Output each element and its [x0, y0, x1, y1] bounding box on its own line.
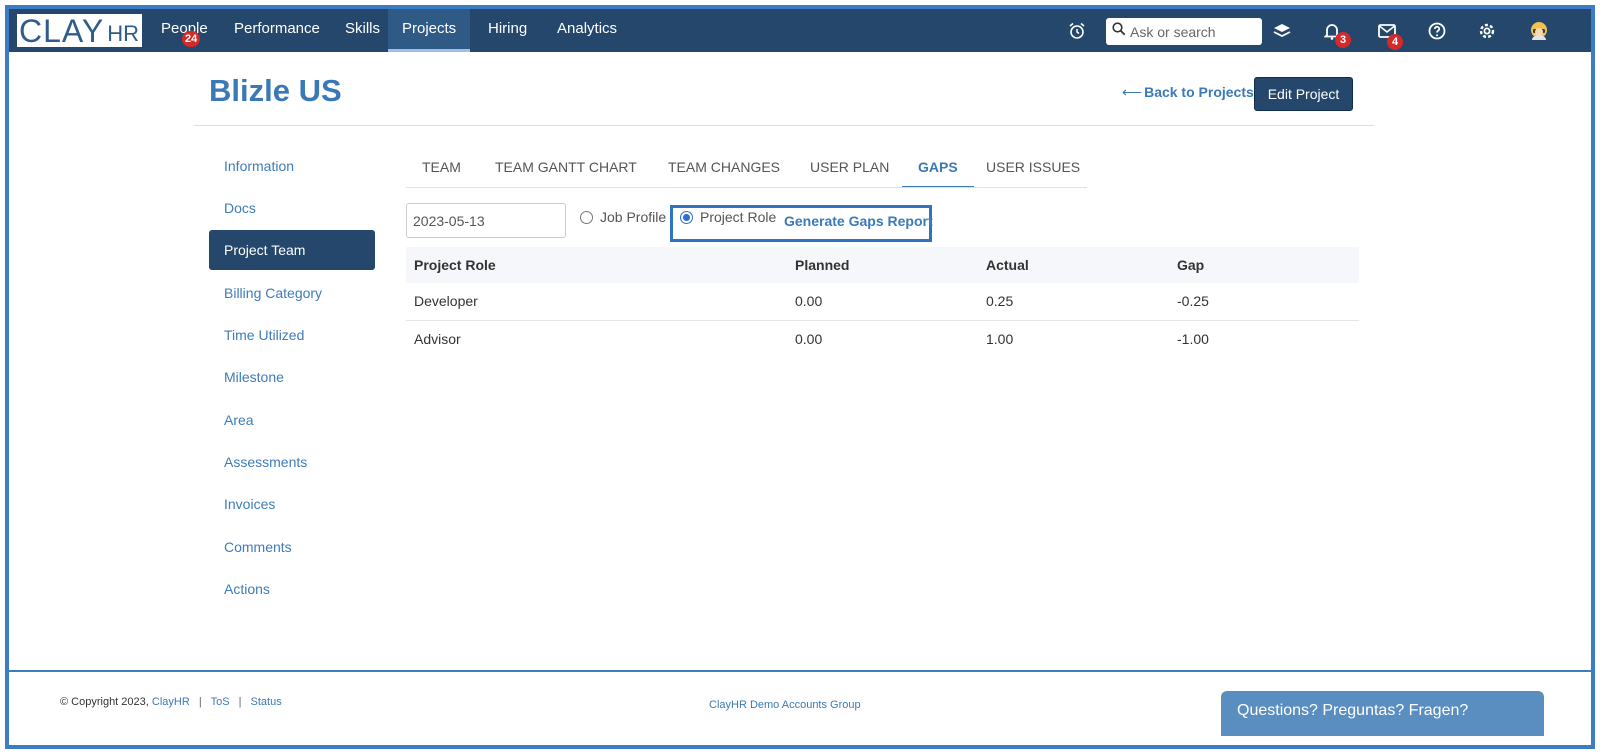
- tab-gaps[interactable]: GAPS: [902, 152, 974, 188]
- sidebar-item-time-utilized[interactable]: Time Utilized: [209, 315, 375, 355]
- column-header-actual: Actual: [978, 247, 1169, 283]
- job-profile-radio[interactable]: [580, 210, 593, 224]
- alarm-clock-icon[interactable]: [1065, 19, 1089, 43]
- logo-text-sub: HR: [107, 20, 139, 46]
- clayhr-link[interactable]: ClayHR: [152, 696, 190, 708]
- footer-divider: [9, 670, 1591, 672]
- app-frame: CLAY HR People 24 Performance Skills Pro…: [5, 5, 1595, 749]
- generate-gaps-report-link[interactable]: Generate Gaps Report: [784, 213, 933, 229]
- nav-projects-label: Projects: [402, 20, 457, 37]
- table-row: Advisor 0.00 1.00 -1.00: [406, 320, 1359, 357]
- tos-link[interactable]: ToS: [211, 696, 230, 708]
- project-role-radio[interactable]: [680, 210, 693, 224]
- sidebar-item-milestone[interactable]: Milestone: [209, 357, 375, 397]
- logo-text-main: CLAY: [19, 12, 105, 49]
- nav-hiring[interactable]: Hiring: [474, 9, 541, 52]
- sidebar-item-information[interactable]: Information: [209, 146, 375, 186]
- search-icon: [1112, 22, 1126, 41]
- cell-project-role: Developer: [406, 283, 787, 321]
- copyright-text: © Copyright 2023,: [60, 696, 149, 708]
- tab-user-issues[interactable]: USER ISSUES: [970, 152, 1096, 188]
- cell-planned: 0.00: [787, 283, 978, 321]
- header-divider: [194, 125, 1374, 126]
- sidebar-item-invoices[interactable]: Invoices: [209, 484, 375, 524]
- nav-hiring-label: Hiring: [488, 20, 528, 37]
- user-avatar-icon[interactable]: [1527, 19, 1551, 43]
- table-row: Developer 0.00 0.25 -0.25: [406, 283, 1359, 321]
- sidebar-item-assessments[interactable]: Assessments: [209, 442, 375, 482]
- nav-people[interactable]: People 24: [147, 9, 222, 52]
- tab-team[interactable]: TEAM: [406, 152, 477, 188]
- column-header-planned: Planned: [787, 247, 978, 283]
- sidebar-item-docs[interactable]: Docs: [209, 188, 375, 228]
- edit-project-button[interactable]: Edit Project: [1254, 77, 1353, 111]
- search-input[interactable]: [1130, 23, 1255, 40]
- gaps-table: Project Role Planned Actual Gap Develope…: [406, 247, 1359, 357]
- gaps-date-input[interactable]: [406, 203, 566, 238]
- cell-actual: 1.00: [986, 330, 1014, 347]
- project-role-option[interactable]: Project Role: [680, 209, 776, 225]
- tab-team-changes[interactable]: TEAM CHANGES: [652, 152, 796, 188]
- people-badge: 24: [182, 31, 201, 47]
- status-link[interactable]: Status: [251, 696, 282, 708]
- table-header-row: Project Role Planned Actual Gap: [406, 247, 1359, 283]
- clayhr-logo[interactable]: CLAY HR: [17, 14, 142, 47]
- tab-team-gantt-chart[interactable]: TEAM GANTT CHART: [479, 152, 653, 188]
- nav-skills-label: Skills: [345, 20, 381, 37]
- gear-icon[interactable]: [1475, 19, 1499, 43]
- page-title: Blizle US: [209, 73, 342, 108]
- job-profile-label: Job Profile: [600, 209, 667, 225]
- search-box[interactable]: [1106, 18, 1262, 45]
- help-icon[interactable]: [1425, 19, 1449, 43]
- sidebar-item-area[interactable]: Area: [209, 400, 375, 440]
- project-role-label: Project Role: [700, 209, 777, 225]
- column-header-project-role: Project Role: [406, 247, 787, 283]
- nav-analytics-label: Analytics: [557, 20, 618, 37]
- nav-projects[interactable]: Projects: [388, 9, 471, 52]
- cell-gap: -1.00: [1177, 330, 1209, 347]
- nav-performance[interactable]: Performance: [220, 9, 334, 52]
- column-header-gap: Gap: [1169, 247, 1359, 283]
- cell-actual: 0.25: [978, 283, 1169, 321]
- back-to-projects-label: Back to Projects: [1144, 84, 1254, 100]
- messages-badge: 4: [1387, 34, 1403, 50]
- chat-help-button[interactable]: Questions? Preguntas? Fragen?: [1221, 691, 1544, 736]
- nav-performance-label: Performance: [234, 20, 320, 37]
- back-arrow-icon: ⟵: [1122, 84, 1143, 100]
- tabs-divider: [406, 187, 1087, 188]
- top-nav: CLAY HR People 24 Performance Skills Pro…: [9, 9, 1591, 52]
- cell-project-role: Advisor: [414, 330, 461, 347]
- sidebar-item-project-team[interactable]: Project Team: [209, 230, 375, 270]
- notifications-badge: 3: [1335, 32, 1351, 48]
- back-to-projects-link[interactable]: ⟵ Back to Projects: [1122, 84, 1254, 101]
- tab-user-plan[interactable]: USER PLAN: [794, 152, 905, 188]
- footer-separator: |: [198, 696, 202, 708]
- cell-gap: -0.25: [1169, 283, 1359, 321]
- footer-copyright: © Copyright 2023, ClayHR | ToS | Status: [60, 696, 282, 708]
- sidebar-item-billing-category[interactable]: Billing Category: [209, 273, 375, 313]
- footer-separator: |: [238, 696, 242, 708]
- sidebar-item-comments[interactable]: Comments: [209, 527, 375, 567]
- cell-planned: 0.00: [795, 330, 823, 347]
- footer-group-name[interactable]: ClayHR Demo Accounts Group: [709, 699, 861, 711]
- nav-analytics[interactable]: Analytics: [543, 9, 631, 52]
- job-profile-option[interactable]: Job Profile: [580, 209, 666, 225]
- layers-icon[interactable]: [1270, 19, 1294, 43]
- nav-skills[interactable]: Skills: [331, 9, 394, 52]
- sidebar-item-actions[interactable]: Actions: [209, 569, 375, 609]
